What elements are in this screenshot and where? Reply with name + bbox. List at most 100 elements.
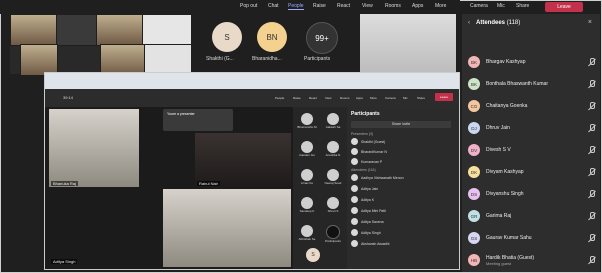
attendee-row[interactable]: HB Hardik Bhatia (Guest) Meeting guest	[468, 252, 596, 268]
participant-row[interactable]: Shakthi (Guest)	[351, 138, 385, 145]
video-label: Aditya Singh	[51, 259, 78, 264]
camera-button[interactable]: Camera	[385, 96, 396, 100]
avatar	[351, 185, 358, 192]
apps-button[interactable]: Apps	[412, 3, 423, 9]
more-button[interactable]: More	[370, 96, 377, 100]
inner-participants-panel: Participants Share invite Presenters (3)…	[347, 107, 459, 269]
chat-button[interactable]: Chat	[268, 3, 279, 9]
avatar-cell[interactable]: Neeraj Sood	[322, 169, 344, 185]
rooms-button[interactable]: Rooms	[340, 96, 350, 100]
avatar	[351, 174, 358, 181]
avatar-cell[interactable]: Bhumanshu M	[296, 113, 318, 129]
attendee-name: Gaurav Kumar Sahu	[486, 235, 532, 241]
attendee-row[interactable]: BK Bonthala Bhaswanth Kumar	[468, 76, 596, 92]
view-button[interactable]: View	[362, 3, 373, 9]
avatar	[327, 113, 339, 125]
attendee-row[interactable]: GR Garima Raj	[468, 208, 596, 224]
avatar	[351, 229, 358, 236]
avatar-cell[interactable]: Arnav Ku	[296, 169, 318, 185]
avatar[interactable]: S	[212, 22, 242, 52]
attendee-row[interactable]: DJ Dhruv Jain	[468, 120, 596, 136]
attendee-role: Meeting guest	[486, 260, 512, 266]
avatar-cell[interactable]: Shruti S	[322, 197, 344, 213]
avatar	[351, 218, 358, 225]
popout-button[interactable]: Pop out	[240, 3, 257, 9]
attendee-name: Bhargav Kashyap	[486, 59, 526, 65]
attendee-row[interactable]: DK Divyam Kashyap	[468, 164, 596, 180]
participants-overflow[interactable]: 99+	[306, 22, 338, 54]
attendee-row[interactable]: GS Gaurav Kumar Sahu	[468, 230, 596, 246]
avatar-cell[interactable]: Aakash Sa	[322, 113, 344, 129]
mic-off-icon	[588, 124, 596, 132]
attendee-name-text: Hardik Bhatia (Guest)	[486, 254, 535, 261]
react-button[interactable]: React	[337, 3, 350, 9]
people-button[interactable]: People	[275, 96, 284, 100]
attendee-row[interactable]: DS Divyanshu Singh	[468, 186, 596, 202]
avatar	[326, 225, 340, 239]
browser-chrome	[45, 73, 459, 89]
participant-name: Aditya Singh	[361, 230, 381, 235]
participant-name: Aditya Saxena	[361, 219, 384, 224]
video-tile	[10, 14, 58, 46]
avatar-cell[interactable]: Sandeep K	[296, 197, 318, 213]
avatar[interactable]: S	[306, 248, 320, 262]
participant-row[interactable]: Aditya Jain	[351, 185, 378, 192]
participant-row[interactable]: Akshansh Awasthi	[351, 240, 389, 247]
video-tile	[195, 133, 291, 187]
avatar-label: Shruti S	[327, 209, 339, 213]
attendee-row[interactable]: DV Divesh S V	[468, 142, 596, 158]
avatar	[351, 158, 358, 165]
raise-button[interactable]: Raise	[293, 96, 301, 100]
leave-button[interactable]: Leave	[435, 93, 453, 101]
inner-stage: Bhanuka Raj Youre a presenter Rahul Nair…	[45, 107, 293, 269]
attendees-header[interactable]: Attendees (116)	[351, 168, 376, 172]
participant-row[interactable]: Aditya Mini Patil	[351, 207, 386, 214]
participant-name: Aadhya Vishwanath Menon	[361, 175, 404, 180]
presenters-header[interactable]: Presenters (3)	[351, 132, 373, 136]
gallery-thumbnails	[10, 14, 192, 76]
participant-row[interactable]: Kumaravan P	[351, 158, 382, 165]
avatar[interactable]: BN	[257, 22, 287, 52]
share-invite-button[interactable]: Share invite	[351, 121, 451, 128]
rooms-button[interactable]: Rooms	[385, 3, 401, 9]
video-label: Bhanuka Raj	[51, 181, 78, 186]
people-button[interactable]: People	[288, 3, 304, 10]
more-button[interactable]: More	[435, 3, 446, 9]
participant-row[interactable]: Aadhya Vishwanath Menon	[351, 174, 404, 181]
mic-off-icon	[588, 234, 596, 242]
apps-button[interactable]: Apps	[356, 96, 363, 100]
participant-row[interactable]: Aditya K	[351, 196, 374, 203]
react-button[interactable]: React	[309, 96, 317, 100]
video-tile-presenter	[360, 14, 456, 72]
avatar	[351, 138, 358, 145]
camera-button[interactable]: Camera	[470, 3, 488, 9]
attendee-row[interactable]: CG Chaitanya Goenka	[468, 98, 596, 114]
chevron-left-icon[interactable]: ‹	[468, 20, 470, 26]
participant-row[interactable]: Aditya Saxena	[351, 218, 384, 225]
video-tile	[163, 189, 291, 267]
leave-button[interactable]: Leave	[545, 2, 583, 12]
view-button[interactable]: View	[325, 96, 331, 100]
avatar: HB	[468, 254, 480, 266]
close-icon[interactable]: ×	[588, 19, 592, 26]
mic-button[interactable]: Mic	[497, 3, 505, 9]
mic-button[interactable]: Mic	[403, 96, 408, 100]
share-button[interactable]: Share	[417, 96, 425, 100]
avatar-cell[interactable]: Anushka N	[322, 141, 344, 157]
attendee-row[interactable]: BK Bhargav Kashyap	[468, 54, 596, 70]
avatar: DK	[468, 166, 480, 178]
avatar-cell[interactable]: Participants	[322, 225, 344, 243]
share-button[interactable]: Share	[516, 3, 529, 9]
shared-screen: 39:14 People Raise React View Rooms Apps…	[44, 72, 460, 270]
avatar-cell[interactable]: Abhishek Se	[296, 225, 318, 241]
participant-row[interactable]: Aditya Singh	[351, 229, 381, 236]
attendee-name: Divyam Kashyap	[486, 169, 524, 175]
avatar-initials: S	[311, 252, 315, 258]
avatar-cell[interactable]: Gautam Gu	[296, 141, 318, 157]
meeting-toolbar: Pop out Chat People Raise React View Roo…	[0, 0, 460, 14]
participant-avatars-grid: Bhumanshu M Aakash Sa Gautam Gu Anushka …	[293, 107, 347, 269]
raise-button[interactable]: Raise	[313, 3, 326, 9]
participant-name: Aditya K	[361, 197, 375, 202]
participant-row[interactable]: BharaniKumar N	[351, 148, 387, 155]
attendee-name: Divesh S V	[486, 147, 511, 153]
